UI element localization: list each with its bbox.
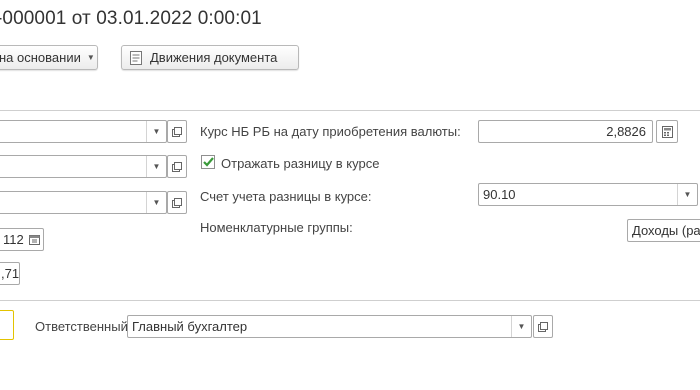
responsible-field[interactable]: Главный бухгалтер ▼ — [127, 315, 532, 338]
chevron-down-icon[interactable]: ▼ — [146, 192, 166, 213]
rate-label: Курс НБ РБ на дату приобретения валюты: — [200, 124, 461, 139]
responsible-value: Главный бухгалтер — [132, 319, 248, 334]
comment-field[interactable] — [0, 310, 14, 340]
document-title: -000001 от 03.01.2022 0:00:01 — [0, 8, 262, 29]
chevron-down-icon: ▼ — [86, 53, 95, 62]
difference-account-value: 90.10 — [483, 187, 516, 202]
document-movements-label: Движения документа — [150, 50, 278, 65]
chevron-down-icon[interactable]: ▼ — [677, 184, 697, 205]
responsible-label: Ответственный: — [35, 319, 132, 334]
calendar-icon[interactable] — [25, 234, 43, 245]
separator-top — [0, 110, 700, 111]
open-icon[interactable] — [167, 120, 187, 143]
amount-field[interactable]: ,71 — [0, 262, 20, 285]
rate-field[interactable]: 2,8826 — [478, 120, 653, 143]
difference-account-field[interactable]: 90.10 ▼ — [478, 183, 698, 206]
left-field-1[interactable]: ▼ — [0, 120, 167, 143]
reflect-difference-label[interactable]: Отражать разницу в курсе — [221, 156, 379, 171]
nomenclature-groups-label: Номенклатурные группы: — [200, 220, 353, 235]
difference-account-label: Счет учета разницы в курсе: — [200, 189, 372, 204]
left-field-2[interactable]: ▼ — [0, 155, 167, 178]
date-value: 112 — [3, 232, 24, 247]
nomenclature-groups-field[interactable]: Доходы (ра — [627, 219, 700, 242]
left-field-3[interactable]: ▼ — [0, 191, 167, 214]
chevron-down-icon[interactable]: ▼ — [511, 316, 531, 337]
rate-value: 2,8826 — [606, 124, 646, 139]
date-field[interactable]: 112 — [0, 228, 44, 251]
chevron-down-icon[interactable]: ▼ — [146, 156, 166, 177]
document-movements-icon — [130, 50, 142, 65]
document-movements-button[interactable]: Движения документа — [121, 45, 299, 70]
create-based-on-button[interactable]: на основании ▼ — [0, 45, 98, 70]
calculator-icon[interactable] — [656, 120, 678, 143]
nomenclature-groups-value: Доходы (ра — [632, 223, 700, 238]
create-based-on-label: на основании — [0, 50, 81, 65]
open-icon[interactable] — [167, 155, 187, 178]
open-icon[interactable] — [533, 315, 553, 338]
chevron-down-icon[interactable]: ▼ — [146, 121, 166, 142]
amount-value: ,71 — [1, 266, 19, 281]
reflect-difference-checkbox[interactable] — [201, 155, 215, 169]
open-icon[interactable] — [167, 191, 187, 214]
separator-bottom — [0, 300, 700, 301]
